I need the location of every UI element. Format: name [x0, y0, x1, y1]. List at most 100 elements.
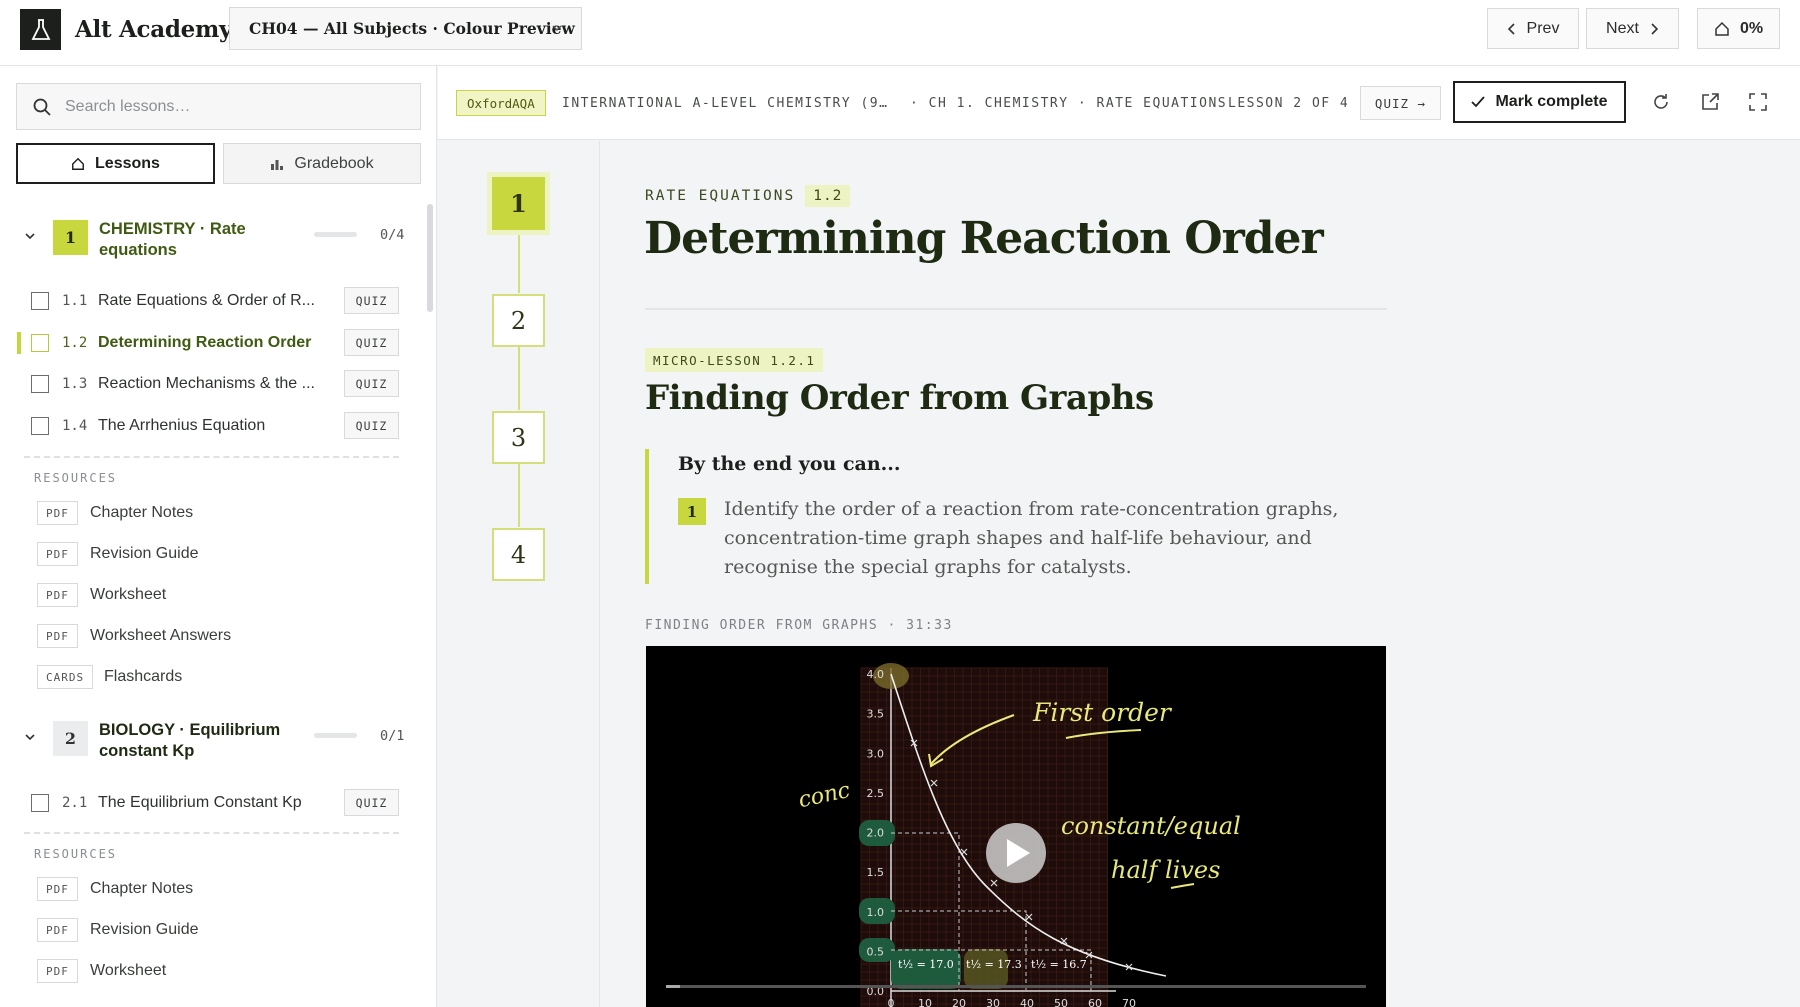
resource-item[interactable]: PDF Worksheet [0, 956, 420, 986]
video-label: FINDING ORDER FROM GRAPHS · 31:33 [645, 618, 953, 633]
resource-tag: PDF [37, 542, 78, 566]
sidebar: Search lessons… Lessons Gradebook 1 CHEM… [0, 66, 437, 1007]
lesson-item[interactable]: 1.1 Rate Equations & Order of R... QUIZ [0, 283, 420, 319]
next-button[interactable]: Next [1586, 8, 1679, 49]
lesson-title: Rate Equations & Order of R... [98, 292, 315, 309]
tab-gradebook-label: Gradebook [294, 154, 374, 172]
quiz-button[interactable]: QUIZ [344, 287, 399, 314]
quiz-button[interactable]: QUIZ [344, 412, 399, 439]
lesson-checkbox[interactable] [31, 794, 49, 812]
step-3[interactable]: 3 [492, 411, 545, 464]
micro-lesson-badge: MICRO-LESSON 1.2.1 [645, 348, 824, 372]
prev-button[interactable]: Prev [1487, 8, 1579, 49]
quiz-button[interactable]: QUIZ [344, 789, 399, 816]
resource-name: Chapter Notes [90, 880, 194, 897]
chapter-select-label: CH04 — All Subjects · Colour Preview [249, 19, 575, 38]
quiz-link-button[interactable]: QUIZ → [1360, 86, 1441, 120]
lesson-position: LESSON 2 OF 4 [1228, 96, 1350, 111]
y-tick-label: 3.0 [867, 747, 885, 760]
resource-tag: PDF [37, 959, 78, 983]
group-progress-bar [314, 733, 357, 738]
video-player[interactable]: 4.0 3.5 3.0 2.5 2.0 1.5 1.0 0.5 0.0 0 10 20 30 40 50 6… [646, 646, 1386, 1007]
resource-tag: PDF [37, 624, 78, 648]
tab-gradebook[interactable]: Gradebook [223, 143, 421, 184]
step-2[interactable]: 2 [492, 294, 545, 347]
resource-item[interactable]: PDF Chapter Notes [0, 874, 420, 904]
micro-lesson-stepper: 1 2 3 4 [438, 141, 600, 1007]
group-number: 2 [53, 721, 88, 756]
resource-item[interactable]: PDF Worksheet Answers [0, 621, 420, 651]
y-tick-label: 3.5 [867, 708, 885, 721]
lesson-checkbox[interactable] [31, 334, 49, 352]
breadcrumb-chapter[interactable]: · CH 1. CHEMISTRY · RATE EQUATIONS [910, 96, 1227, 111]
handwritten-first-order: First order [1032, 698, 1173, 727]
resource-item[interactable]: PDF Revision Guide [0, 539, 420, 569]
tab-lessons[interactable]: Lessons [16, 143, 215, 184]
objectives-box: By the end you can... 1 Identify the ord… [645, 449, 1387, 584]
fullscreen-icon[interactable] [1748, 92, 1768, 112]
y-tick-label: 1.5 [867, 866, 885, 879]
objectives-heading: By the end you can... [678, 453, 901, 475]
lesson-title: Determining Reaction Order [98, 334, 312, 351]
lesson-item[interactable]: 1.4 The Arrhenius Equation QUIZ [0, 408, 420, 444]
y-tick-label: 1.0 [867, 906, 885, 919]
chevron-right-icon [1651, 22, 1659, 35]
resource-item[interactable]: PDF Chapter Notes [0, 498, 420, 528]
refresh-icon[interactable] [1651, 92, 1671, 112]
lesson-checkbox[interactable] [31, 292, 49, 310]
search-icon [33, 98, 51, 116]
video-frame: 4.03.53.02.52.01.51.00.50.0 0 10 20 30 40 50 6… [666, 663, 1366, 1007]
brand-name: Alt Academy [75, 16, 233, 43]
breadcrumb-course[interactable]: INTERNATIONAL A-LEVEL CHEMISTRY (9… [562, 96, 888, 111]
resource-name: Worksheet Answers [90, 627, 232, 644]
resource-name: Chapter Notes [90, 504, 194, 521]
quiz-button[interactable]: QUIZ [344, 329, 399, 356]
resource-item[interactable]: PDF Worksheet [0, 580, 420, 610]
lesson-number: 1.2 [62, 335, 88, 351]
search-input[interactable]: Search lessons… [16, 83, 421, 130]
group-count: 0/1 [380, 728, 405, 744]
group-header-chemistry[interactable]: 1 CHEMISTRY · Rate equations 0/4 [0, 220, 420, 270]
tab-lessons-label: Lessons [95, 154, 160, 172]
resource-item[interactable]: CARDS Flashcards [0, 662, 420, 692]
halflife-label-1: t½ = 17.0 [898, 958, 954, 971]
lesson-item-active[interactable]: 1.2 Determining Reaction Order QUIZ [0, 325, 420, 361]
progress-value: 0% [1739, 19, 1764, 37]
step-connector [518, 346, 520, 410]
x-tick-label: 30 [986, 997, 1000, 1007]
sidebar-scrollbar[interactable] [427, 204, 433, 312]
x-tick-label: 50 [1054, 997, 1068, 1007]
mark-complete-button[interactable]: Mark complete [1453, 81, 1626, 123]
lesson-content: RATE EQUATIONS 1.2 Determining Reaction … [600, 141, 1800, 1007]
logo[interactable] [20, 9, 61, 50]
video-scrubber[interactable] [666, 985, 1366, 988]
step-1[interactable]: 1 [492, 177, 545, 230]
external-link-icon[interactable] [1700, 92, 1720, 112]
lesson-item[interactable]: 1.3 Reaction Mechanisms & the ... QUIZ [0, 366, 420, 402]
chevron-down-icon [25, 233, 35, 240]
x-tick-label: 60 [1088, 997, 1102, 1007]
quiz-button[interactable]: QUIZ [344, 370, 399, 397]
group-header-biology[interactable]: 2 BIOLOGY · Equilibrium constant Kp 0/1 [0, 721, 420, 771]
lesson-title: The Equilibrium Constant Kp [98, 794, 302, 811]
lesson-item[interactable]: 2.1 The Equilibrium Constant Kp QUIZ [0, 785, 420, 821]
lesson-checkbox[interactable] [31, 375, 49, 393]
step-4[interactable]: 4 [492, 528, 545, 581]
section-title: Finding Order from Graphs [645, 378, 1154, 418]
y-tick-label: 4.0 [867, 668, 885, 681]
progress-button[interactable]: 0% [1697, 8, 1780, 49]
prev-label: Prev [1526, 19, 1560, 37]
home-icon [1715, 21, 1729, 36]
chapter-select[interactable]: CH04 — All Subjects · Colour Preview [229, 7, 582, 50]
group-count: 0/4 [380, 227, 405, 243]
group-title: CHEMISTRY · Rate equations [99, 220, 246, 259]
lesson-number: 1.3 [62, 376, 88, 392]
step-connector [518, 229, 520, 293]
x-tick-label: 40 [1020, 997, 1034, 1007]
handwritten-conc: conc [796, 778, 852, 813]
chevron-down-icon [552, 25, 562, 32]
lesson-checkbox[interactable] [31, 417, 49, 435]
divider [24, 456, 399, 458]
resource-item[interactable]: PDF Revision Guide [0, 915, 420, 945]
page-title: Determining Reaction Order [644, 213, 1324, 264]
